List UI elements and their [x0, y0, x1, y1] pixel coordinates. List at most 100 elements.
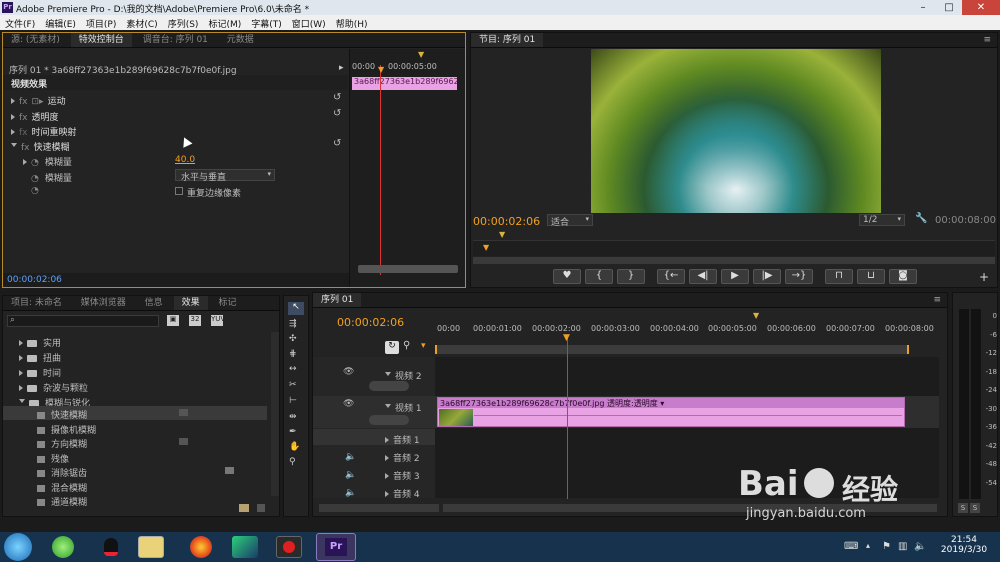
- folder-distort[interactable]: 扭曲: [19, 351, 90, 366]
- zoom-tool-icon[interactable]: ⚲: [289, 457, 296, 467]
- menu-project[interactable]: 项目(P): [81, 15, 121, 30]
- repeat-edge-checkbox[interactable]: [175, 187, 183, 195]
- program-playhead-icon[interactable]: ▼: [483, 243, 489, 252]
- effect-item[interactable]: 混合模糊: [37, 481, 96, 496]
- add-marker-button[interactable]: ♥: [553, 269, 581, 284]
- menu-sequence[interactable]: 序列(S): [163, 15, 204, 30]
- expand-icon[interactable]: [11, 98, 15, 104]
- wrench-icon[interactable]: 🔧: [915, 213, 927, 224]
- accelerated-effects-icon[interactable]: ▣: [167, 315, 179, 326]
- add-button-icon[interactable]: +: [979, 270, 989, 284]
- menu-edit[interactable]: 编辑(E): [40, 15, 81, 30]
- qq-icon[interactable]: [98, 536, 124, 558]
- stopwatch-icon[interactable]: ◔: [31, 174, 39, 184]
- recorder-icon[interactable]: [276, 536, 302, 558]
- keyframe-nav[interactable]: [369, 415, 409, 425]
- menu-file[interactable]: 文件(F): [0, 15, 40, 30]
- effect-row-fast-blur[interactable]: fx 快速模糊: [11, 140, 70, 153]
- mark-out-button[interactable]: }: [617, 269, 645, 284]
- stopwatch-icon[interactable]: ◔: [31, 158, 39, 168]
- lift-button[interactable]: ⊓: [825, 269, 853, 284]
- menu-help[interactable]: 帮助(H): [331, 15, 373, 30]
- timeline-playhead[interactable]: [567, 337, 568, 499]
- mark-in-button[interactable]: {: [585, 269, 613, 284]
- tab-markers[interactable]: 标记: [210, 296, 244, 310]
- collapse-icon[interactable]: [19, 399, 25, 406]
- premiere-taskbar-icon[interactable]: Pr: [316, 533, 356, 561]
- effect-row-opacity[interactable]: fx 透明度: [11, 110, 59, 123]
- rate-stretch-tool-icon[interactable]: ↔: [289, 364, 297, 374]
- extract-button[interactable]: ⊔: [857, 269, 885, 284]
- tab-project[interactable]: 项目: 未命名: [3, 296, 70, 310]
- step-forward-button[interactable]: |▶: [753, 269, 781, 284]
- reset-icon[interactable]: ↺: [333, 108, 341, 119]
- track-header-scrollbar[interactable]: [319, 504, 439, 512]
- ripple-edit-tool-icon[interactable]: ✣: [289, 334, 297, 344]
- expand-icon[interactable]: [11, 114, 15, 120]
- playhead-handle-icon[interactable]: ▼: [563, 333, 570, 343]
- resolution-dropdown[interactable]: 1/2 ▾: [859, 214, 905, 226]
- play-button[interactable]: ▶: [721, 269, 749, 284]
- speaker-icon[interactable]: 🔈: [345, 488, 356, 498]
- go-to-in-button[interactable]: {←: [657, 269, 685, 284]
- tab-program[interactable]: 节目: 序列 01: [471, 33, 544, 47]
- volume-icon[interactable]: 🔈: [914, 541, 926, 552]
- mini-zoom-scrollbar[interactable]: [358, 265, 458, 273]
- menu-marker[interactable]: 标记(M): [203, 15, 246, 30]
- set-marker-icon[interactable]: ⚲: [403, 340, 410, 351]
- app-360-icon[interactable]: [52, 536, 74, 558]
- work-area-bar[interactable]: [435, 345, 909, 354]
- expand-icon[interactable]: [19, 340, 23, 346]
- expand-icon[interactable]: [23, 159, 27, 165]
- program-mini-ruler[interactable]: ▼: [473, 240, 995, 256]
- blurriness-value[interactable]: 40.0: [175, 155, 195, 165]
- effect-item[interactable]: 残像: [37, 452, 96, 467]
- expand-icon[interactable]: [385, 473, 389, 479]
- menu-window[interactable]: 窗口(W): [287, 15, 331, 30]
- timeline-clip[interactable]: 3a68ff27363e1b289f69628c7b7f0e0f.jpg 透明度…: [437, 397, 905, 427]
- effect-item[interactable]: 摄像机模糊: [37, 423, 96, 438]
- folder-noise-grain[interactable]: 杂波与颗粒: [19, 381, 90, 396]
- tab-sequence[interactable]: 序列 01: [313, 293, 362, 307]
- panel-arrow-icon[interactable]: ▸: [339, 63, 344, 73]
- delete-icon[interactable]: [257, 504, 265, 512]
- start-button-icon[interactable]: [4, 533, 32, 561]
- effect-item[interactable]: 通道模糊: [37, 495, 96, 510]
- marker-flag-icon[interactable]: ▾: [421, 341, 426, 351]
- expand-icon[interactable]: [19, 355, 23, 361]
- clock[interactable]: 21:54 2019/3/30: [936, 535, 992, 555]
- camtasia-icon[interactable]: [232, 536, 258, 558]
- tab-audio-mixer[interactable]: 调音台: 序列 01: [135, 33, 216, 47]
- panel-menu-icon[interactable]: ≡: [983, 35, 991, 45]
- effect-row-time-remap[interactable]: fx 时间重映射: [11, 125, 77, 138]
- effect-row-motion[interactable]: fx ⊡▸ 运动: [11, 94, 66, 107]
- program-timecode[interactable]: 00:00:02:06: [473, 215, 540, 228]
- speaker-icon[interactable]: 🔈: [345, 452, 356, 462]
- solo-right-button[interactable]: S: [970, 503, 980, 513]
- collapse-icon[interactable]: [385, 404, 391, 411]
- slide-tool-icon[interactable]: ⇹: [289, 412, 297, 422]
- keyboard-icon[interactable]: ⌨: [844, 541, 858, 552]
- reset-icon[interactable]: ↺: [333, 138, 341, 149]
- tab-media-browser[interactable]: 媒体浏览器: [73, 296, 134, 310]
- selection-tool-icon[interactable]: ↖: [288, 302, 304, 315]
- go-to-out-button[interactable]: →}: [785, 269, 813, 284]
- collapse-icon[interactable]: [11, 143, 17, 150]
- mini-clip-bar[interactable]: 3a68ff27363e1b289f69628c7: [352, 77, 457, 90]
- solo-left-button[interactable]: S: [958, 503, 968, 513]
- keyframe-nav[interactable]: [369, 381, 409, 391]
- tab-effects[interactable]: 效果: [173, 296, 208, 310]
- menu-clip[interactable]: 素材(C): [121, 15, 162, 30]
- new-bin-icon[interactable]: [239, 504, 249, 512]
- panel-menu-icon[interactable]: ≡: [933, 295, 941, 305]
- expand-icon[interactable]: [19, 385, 23, 391]
- rolling-edit-tool-icon[interactable]: ⋕: [289, 349, 297, 359]
- file-explorer-icon[interactable]: [138, 536, 164, 558]
- 32bit-effects-icon[interactable]: 32: [189, 315, 201, 326]
- mini-playhead[interactable]: [380, 65, 381, 275]
- pen-tool-icon[interactable]: ✒: [289, 427, 297, 437]
- blur-dimension-dropdown[interactable]: 水平与垂直 ▾: [175, 169, 275, 183]
- effects-search-input[interactable]: ⌕: [7, 315, 159, 327]
- effect-item[interactable]: 消除锯齿: [37, 466, 96, 481]
- mini-playhead-icon[interactable]: ▼: [378, 65, 384, 74]
